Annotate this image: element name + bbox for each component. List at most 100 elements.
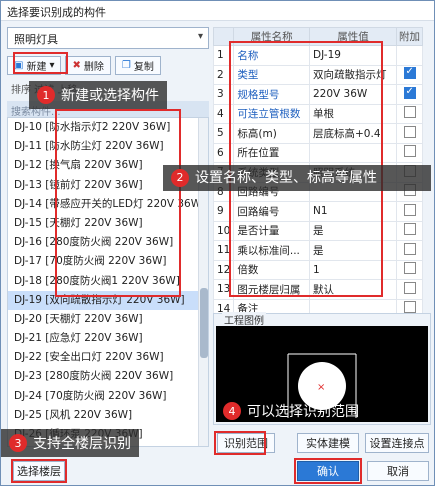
property-name: 是否计量 [233, 220, 310, 241]
copy-button[interactable]: ❐ 复制 [114, 55, 161, 75]
row-number: 2 [212, 64, 235, 85]
delete-button-label: 删除 [83, 61, 104, 73]
property-value[interactable]: DJ-19 [309, 45, 397, 66]
extra-checkbox[interactable] [403, 223, 416, 236]
property-row[interactable]: 9 回路编号 N1 [212, 201, 423, 222]
property-row[interactable]: 1 名称 DJ-19 [212, 45, 423, 66]
callout-4: 4 可以选择识别范围 [215, 397, 367, 425]
list-item[interactable]: DJ-25 [风机 220V 36W] [8, 406, 208, 425]
property-name: 可连立管根数 [233, 103, 310, 124]
list-item[interactable]: DJ-17 [70度防火阀 220V 36W] [8, 252, 208, 271]
extra-header: 附加 [396, 27, 423, 46]
extra-cell [396, 123, 423, 144]
property-value[interactable] [309, 142, 397, 163]
property-row[interactable]: 3 规格型号 220V 36W [212, 84, 423, 105]
identify-range-button[interactable]: 识别范围 [217, 433, 275, 453]
property-name: 回路编号 [233, 201, 310, 222]
list-item[interactable]: DJ-22 [安全出口灯 220V 36W] [8, 348, 208, 367]
property-value[interactable]: 双向疏散指示灯 [309, 64, 397, 85]
extra-checkbox[interactable] [403, 66, 416, 80]
extra-checkbox[interactable] [403, 203, 416, 216]
extra-checkbox[interactable] [403, 125, 416, 138]
confirm-button[interactable]: 确认 [297, 461, 359, 481]
property-name: 乘以标准间... [233, 240, 310, 261]
new-button-label: 新建 [26, 61, 47, 73]
chevron-down-icon: ▾ [197, 31, 203, 42]
plus-icon: ▣ [14, 59, 24, 71]
property-value[interactable]: N1 [309, 201, 397, 222]
extra-cell [396, 45, 423, 66]
property-row[interactable]: 5 标高(m) 层底标高+0.4 [212, 123, 423, 144]
extra-checkbox[interactable] [403, 301, 416, 314]
property-value[interactable]: 220V 36W [309, 84, 397, 105]
property-name: 倍数 [233, 259, 310, 280]
list-item[interactable]: DJ-23 [280度防火阀 220V 36W] [8, 367, 208, 386]
list-item[interactable]: DJ-20 [天棚灯 220V 36W] [8, 310, 208, 329]
property-value[interactable]: 是 [309, 240, 397, 261]
callout-4-number: 4 [223, 402, 241, 420]
extra-checkbox[interactable] [403, 262, 416, 275]
property-row[interactable]: 2 类型 双向疏散指示灯 [212, 64, 423, 85]
property-value[interactable]: 层底标高+0.4 [309, 123, 397, 144]
callout-3-number: 3 [9, 434, 27, 452]
list-item[interactable]: DJ-18 [280度防火阀1 220V 36W] [8, 272, 208, 291]
row-number: 5 [212, 123, 235, 144]
delete-button[interactable]: ✖ 删除 [65, 55, 111, 75]
property-row[interactable]: 12 倍数 1 [212, 259, 423, 280]
callout-1-number: 1 [37, 86, 55, 104]
property-row[interactable]: 13 图元楼层归属 默认 [212, 279, 423, 300]
property-value[interactable]: 1 [309, 259, 397, 280]
list-item[interactable]: DJ-24 [70度防火阀 220V 36W] [8, 387, 208, 406]
property-name: 所在位置 [233, 142, 310, 163]
extra-checkbox[interactable] [403, 242, 416, 255]
list-item[interactable]: DJ-19 [双向疏散指示灯 220V 36W] [8, 290, 208, 310]
property-row[interactable]: 4 可连立管根数 单根 [212, 103, 423, 124]
set-connection-button[interactable]: 设置连接点 [365, 433, 429, 453]
property-value[interactable]: 单根 [309, 103, 397, 124]
callout-1: 1 新建或选择构件 [29, 81, 167, 109]
chevron-down-icon: ▾ [49, 59, 55, 71]
row-number: 9 [212, 201, 235, 222]
copy-icon: ❐ [121, 59, 131, 71]
row-number: 4 [212, 103, 235, 124]
extra-cell [396, 64, 423, 85]
property-name: 标高(m) [233, 123, 310, 144]
extra-cell [396, 103, 423, 124]
property-row[interactable]: 6 所在位置 [212, 142, 423, 163]
list-item[interactable]: DJ-16 [280度防火阀 220V 36W] [8, 233, 208, 252]
svg-text:×: × [317, 382, 325, 393]
new-button[interactable]: ▣ 新建 ▾ [7, 55, 62, 75]
list-item[interactable]: DJ-14 [带感应开关的LED灯 220V 36W] [8, 195, 208, 214]
callout-3: 3 支持全楼层识别 [1, 429, 139, 457]
dialog-title: 选择要识别成的构件 [1, 1, 434, 21]
property-row[interactable]: 11 乘以标准间... 是 [212, 240, 423, 261]
extra-checkbox[interactable] [403, 145, 416, 158]
category-select[interactable]: 照明灯具 ▾ [7, 27, 209, 49]
property-name-header: 属性名称 [233, 27, 310, 46]
extra-cell [396, 142, 423, 163]
list-item[interactable]: DJ-10 [防水指示灯2 220V 36W] [8, 118, 208, 137]
row-number: 11 [212, 240, 235, 261]
list-item[interactable]: DJ-15 [天棚灯 220V 36W] [8, 214, 208, 233]
extra-cell [396, 84, 423, 105]
extra-cell [396, 201, 423, 222]
property-value[interactable]: 默认 [309, 279, 397, 300]
cancel-button[interactable]: 取消 [367, 461, 429, 481]
property-name: 类型 [233, 64, 310, 85]
component-toolbar: ▣ 新建 ▾ ✖ 删除 ❐ 复制 [7, 55, 209, 75]
property-row[interactable]: 10 是否计量是 [212, 220, 423, 241]
list-item[interactable]: DJ-11 [防水防尘灯 220V 36W] [8, 137, 208, 156]
scrollbar-thumb[interactable] [200, 288, 208, 358]
callout-1-text: 新建或选择构件 [61, 88, 159, 104]
property-value[interactable]: 是 [309, 220, 397, 241]
extra-checkbox[interactable] [403, 281, 416, 294]
category-select-value: 照明灯具 [14, 33, 58, 46]
list-item[interactable]: DJ-21 [应急灯 220V 36W] [8, 329, 208, 348]
entity-model-button[interactable]: 实体建模 [297, 433, 359, 453]
extra-checkbox[interactable] [403, 86, 416, 99]
extra-checkbox[interactable] [403, 106, 416, 119]
row-number: 1 [212, 45, 235, 66]
callout-2: 2 设置名称、类型、标高等属性 [163, 165, 431, 191]
delete-icon: ✖ [72, 59, 81, 71]
select-floor-button[interactable]: 选择楼层 [13, 461, 65, 481]
